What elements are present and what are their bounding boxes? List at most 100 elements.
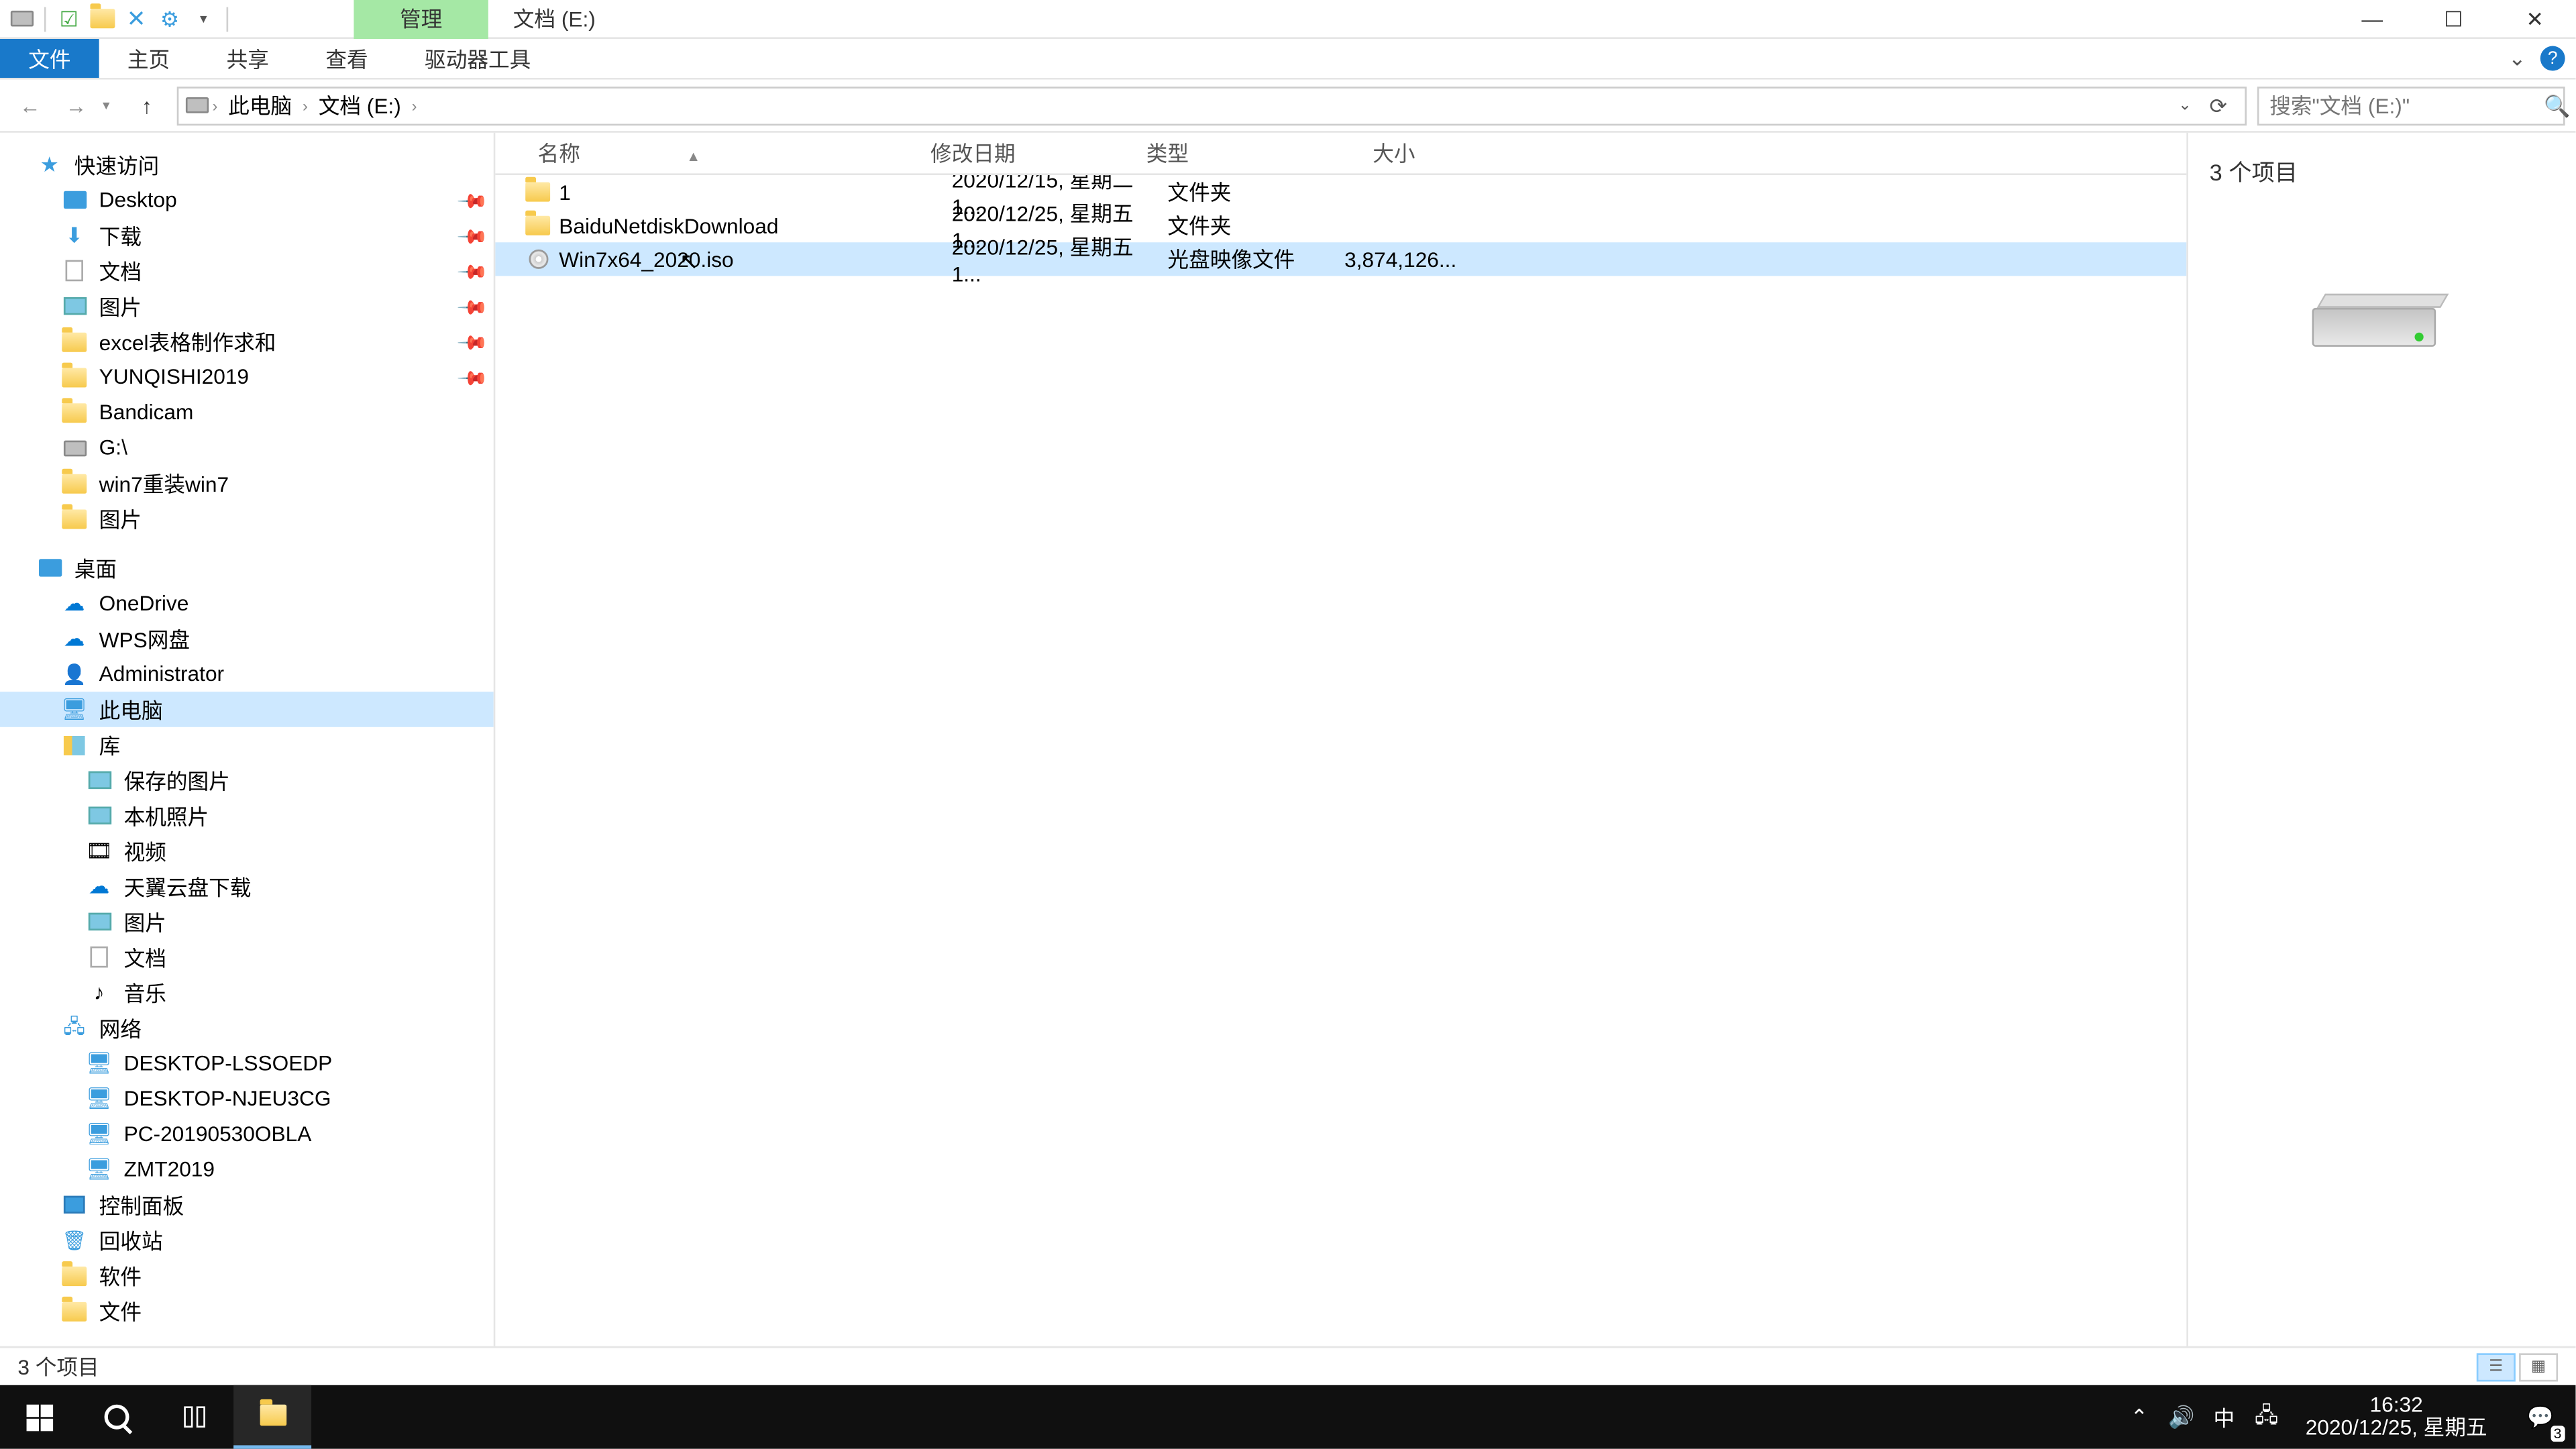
search-box[interactable]: 🔍 <box>2257 86 2565 125</box>
tree-tianyi[interactable]: ☁天翼云盘下载 <box>0 869 494 904</box>
tree-desktop2[interactable]: 桌面 <box>0 550 494 586</box>
maximize-button[interactable]: ☐ <box>2413 0 2494 38</box>
address-bar: ← → ▾ ↑ › 此电脑 › 文档 (E:) › ⌄ ⟳ 🔍 <box>0 80 2575 133</box>
tab-drive-tools[interactable]: 驱动器工具 <box>396 39 559 78</box>
tree-onedrive[interactable]: ☁OneDrive <box>0 586 494 621</box>
tab-home[interactable]: 主页 <box>99 39 199 78</box>
pin-icon: 📌 <box>458 185 488 215</box>
crumb-drive-e[interactable]: 文档 (E:) <box>311 90 408 120</box>
document-icon <box>60 256 89 284</box>
back-button[interactable]: ← <box>11 86 50 125</box>
tab-view[interactable]: 查看 <box>297 39 396 78</box>
tree-recycle[interactable]: 🗑回收站 <box>0 1222 494 1258</box>
volume-icon[interactable]: 🔊 <box>2160 1385 2202 1449</box>
tree-videos[interactable]: 🎞视频 <box>0 833 494 869</box>
tree-quick-access[interactable]: ★快速访问 <box>0 147 494 182</box>
help-icon[interactable]: ? <box>2540 46 2565 71</box>
tree-pictures2[interactable]: 图片 <box>0 500 494 536</box>
qat-dropdown-icon[interactable]: ▾ <box>189 5 217 33</box>
start-button[interactable] <box>0 1385 78 1449</box>
context-tab[interactable]: 管理 <box>354 0 488 38</box>
nav-tree[interactable]: ★快速访问 Desktop📌 ⬇下载📌 文档📌 图片📌 excel表格制作求和📌… <box>0 133 495 1346</box>
column-size[interactable]: 大小 <box>1309 138 1450 168</box>
details-view-button[interactable]: ☰ <box>2477 1352 2516 1381</box>
tree-local-photos[interactable]: 本机照片 <box>0 798 494 833</box>
history-dropdown-icon[interactable]: ▾ <box>103 97 120 113</box>
tree-bandicam[interactable]: Bandicam <box>0 394 494 430</box>
tree-documents[interactable]: 文档📌 <box>0 253 494 288</box>
status-text: 3 个项目 <box>17 1352 99 1382</box>
qat-folder-icon[interactable] <box>89 5 117 33</box>
tree-saved-pics[interactable]: 保存的图片 <box>0 763 494 798</box>
tree-software[interactable]: 软件 <box>0 1258 494 1293</box>
tree-desktop[interactable]: Desktop📌 <box>0 182 494 218</box>
qat-checkbox-icon[interactable]: ☑ <box>55 5 83 33</box>
file-row[interactable]: Win7x64_2020.iso 2020/12/25, 星期五 1... 光盘… <box>495 242 2186 276</box>
tab-file[interactable]: 文件 <box>0 39 99 78</box>
tree-music[interactable]: ♪音乐 <box>0 975 494 1010</box>
tab-share[interactable]: 共享 <box>198 39 297 78</box>
ribbon-expand-icon[interactable]: ⌄ <box>2508 46 2526 71</box>
column-name[interactable]: 名称▲ <box>524 138 916 168</box>
action-center-button[interactable]: 💬 3 <box>2505 1385 2575 1449</box>
column-type[interactable]: 类型 <box>1132 138 1309 168</box>
search-input[interactable] <box>2269 93 2544 117</box>
thumbnails-view-button[interactable]: ▦ <box>2519 1352 2558 1381</box>
tree-wps[interactable]: ☁WPS网盘 <box>0 621 494 657</box>
chevron-right-icon[interactable]: › <box>408 97 420 114</box>
tree-pictures[interactable]: 图片📌 <box>0 288 494 324</box>
tree-win7[interactable]: win7重装win7 <box>0 466 494 501</box>
file-rows[interactable]: 1 2020/12/15, 星期二 1... 文件夹 BaiduNetdiskD… <box>495 175 2186 1346</box>
explorer-taskbar-button[interactable] <box>233 1385 311 1449</box>
tree-network[interactable]: 🖧网络 <box>0 1010 494 1046</box>
tree-pictures3[interactable]: 图片 <box>0 904 494 940</box>
refresh-icon[interactable]: ⟳ <box>2199 93 2238 117</box>
tree-gdrive[interactable]: G:\ <box>0 430 494 466</box>
clock[interactable]: 16:32 2020/12/25, 星期五 <box>2288 1394 2505 1440</box>
file-row[interactable]: BaiduNetdiskDownload 2020/12/25, 星期五 1..… <box>495 209 2186 242</box>
tree-this-pc[interactable]: 🖥此电脑 <box>0 692 494 727</box>
tree-admin[interactable]: 👤Administrator <box>0 656 494 692</box>
tree-pc4[interactable]: 🖥ZMT2019 <box>0 1152 494 1187</box>
qat-settings-icon[interactable]: ⚙ <box>156 5 184 33</box>
crumb-this-pc[interactable]: 此电脑 <box>221 90 299 120</box>
up-button[interactable]: ↑ <box>127 86 166 125</box>
clock-time: 16:32 <box>2370 1394 2423 1417</box>
network-icon[interactable]: 🖧 <box>2245 1385 2288 1449</box>
column-date[interactable]: 修改日期 <box>916 138 1132 168</box>
chevron-right-icon[interactable]: › <box>299 97 311 114</box>
tree-excel[interactable]: excel表格制作求和📌 <box>0 324 494 360</box>
close-button[interactable]: ✕ <box>2494 0 2575 38</box>
ime-icon[interactable]: 中 <box>2203 1385 2245 1449</box>
file-list: 名称▲ 修改日期 类型 大小 1 2020/12/15, 星期二 1... 文件… <box>495 133 2186 1346</box>
folder-icon <box>60 363 89 391</box>
task-view-button[interactable] <box>156 1385 233 1449</box>
tray-overflow-icon[interactable]: ⌃ <box>2118 1385 2160 1449</box>
library-icon <box>60 731 89 759</box>
pin-icon: 📌 <box>458 362 488 392</box>
tree-control-panel[interactable]: 控制面板 <box>0 1187 494 1222</box>
folder-icon <box>259 1405 286 1426</box>
forward-button[interactable]: → <box>56 86 95 125</box>
tree-yunqishi[interactable]: YUNQISHI2019📌 <box>0 359 494 394</box>
tree-pc1[interactable]: 🖥DESKTOP-LSSOEDP <box>0 1045 494 1081</box>
music-icon: ♪ <box>85 978 113 1006</box>
breadcrumb-bar[interactable]: › 此电脑 › 文档 (E:) › ⌄ ⟳ <box>177 86 2247 125</box>
address-dropdown-icon[interactable]: ⌄ <box>2178 95 2192 115</box>
search-button[interactable] <box>78 1385 156 1449</box>
tree-pc3[interactable]: 🖥PC-20190530OBLA <box>0 1116 494 1152</box>
minimize-button[interactable]: — <box>2332 0 2413 38</box>
drive-preview-icon <box>2311 294 2453 364</box>
file-row[interactable]: 1 2020/12/15, 星期二 1... 文件夹 <box>495 175 2186 209</box>
search-icon[interactable]: 🔍 <box>2544 93 2570 117</box>
folder-icon <box>60 504 89 533</box>
onedrive-icon: ☁ <box>60 589 89 617</box>
tree-library[interactable]: 库 <box>0 727 494 763</box>
chevron-right-icon[interactable]: › <box>209 97 221 114</box>
qat-close-icon[interactable]: ✕ <box>122 5 150 33</box>
tree-files[interactable]: 文件 <box>0 1293 494 1329</box>
tree-pc2[interactable]: 🖥DESKTOP-NJEU3CG <box>0 1081 494 1116</box>
disc-icon <box>524 245 552 273</box>
tree-downloads[interactable]: ⬇下载📌 <box>0 217 494 253</box>
tree-documents2[interactable]: 文档 <box>0 939 494 975</box>
